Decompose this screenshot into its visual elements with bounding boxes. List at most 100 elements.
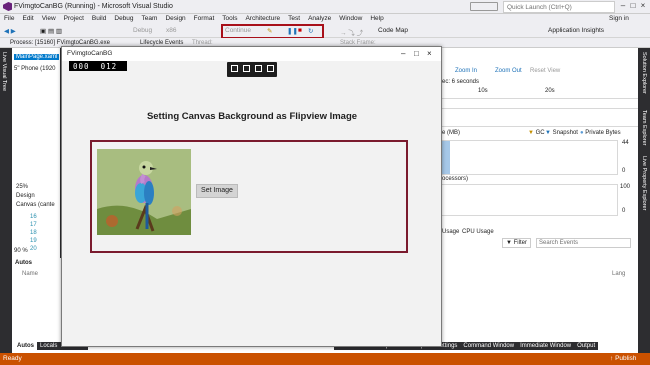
quick-launch-input[interactable]: Quick Launch (Ctrl+Q): [503, 1, 615, 13]
in-app-toolbar: [227, 62, 277, 77]
menu-item-file[interactable]: File: [0, 14, 18, 23]
notification-flag-icon[interactable]: [470, 2, 498, 11]
menu-item-help[interactable]: Help: [366, 14, 387, 23]
status-bar: Ready ↑ Publish: [0, 353, 650, 365]
gc-legend: ▼ GC: [528, 130, 545, 136]
collapse-toolbar-icon[interactable]: [267, 65, 274, 72]
device-select[interactable]: 5" Phone (1920: [14, 66, 56, 72]
step-icons[interactable]: → ⤵ ⤴: [340, 27, 363, 37]
flipview-image[interactable]: [97, 149, 191, 235]
bottom-tab-command-window[interactable]: Command Window: [460, 342, 518, 350]
memory-graph: [440, 140, 618, 175]
zoom-out-button[interactable]: Zoom Out: [495, 68, 522, 74]
line-number: 20: [30, 246, 37, 252]
app-insights-button[interactable]: Application Insights: [548, 27, 604, 34]
usage-tab[interactable]: Usage: [442, 229, 459, 235]
set-image-button[interactable]: Set Image: [196, 184, 238, 198]
session-duration: ec: 6 seconds: [442, 79, 480, 85]
menu-item-build[interactable]: Build: [88, 14, 110, 23]
minimize-button[interactable]: –: [618, 1, 628, 13]
team-explorer-tab[interactable]: Team Explorer: [641, 110, 647, 145]
private-bytes-legend: ● Private Bytes: [580, 130, 621, 136]
app-minimize-button[interactable]: –: [401, 49, 405, 58]
line-number: 18: [30, 230, 37, 236]
cpu-usage-tab[interactable]: CPU Usage: [462, 229, 494, 235]
solution-explorer-tab[interactable]: Solution Explorer: [641, 52, 647, 94]
display-adorners-icon[interactable]: [243, 65, 250, 72]
track-focus-icon[interactable]: [255, 65, 262, 72]
search-events-input[interactable]: Search Events: [536, 238, 631, 248]
private-bytes-legend-label: Private Bytes: [585, 130, 621, 136]
left-tool-tabs: Live Visual Tree: [0, 48, 10, 353]
cpu-label: ocessors): [442, 176, 469, 182]
app-close-button[interactable]: ×: [427, 49, 432, 58]
memory-max: 44: [622, 140, 629, 146]
sign-in-link[interactable]: Sign in: [609, 15, 629, 22]
publish-button[interactable]: ↑ Publish: [610, 355, 636, 362]
menu-item-view[interactable]: View: [38, 14, 60, 23]
debug-controls-highlight: [221, 24, 324, 39]
memory-label: e (MB): [442, 130, 460, 136]
bottom-tab-output[interactable]: Output: [574, 342, 599, 350]
menu-item-design[interactable]: Design: [161, 14, 189, 23]
window-title: FVimgtoCanBG (Running) - Microsoft Visua…: [14, 3, 173, 10]
select-element-icon[interactable]: [231, 65, 238, 72]
editor-tab[interactable]: MainPage.xaml: [14, 54, 60, 60]
app-maximize-button[interactable]: □: [414, 49, 419, 58]
menu-item-debug[interactable]: Debug: [110, 14, 137, 23]
snapshot-legend-label: Snapshot: [552, 130, 578, 136]
menu-item-test[interactable]: Test: [284, 14, 304, 23]
page-heading: Setting Canvas Background as Flipview Im…: [146, 111, 358, 122]
bottom-tab-locals[interactable]: Locals: [37, 342, 61, 350]
menu-item-window[interactable]: Window: [335, 14, 366, 23]
app-window: FVimgtoCanBG – □ × 000 012 Setting Canva…: [61, 46, 442, 347]
live-property-explorer-tab[interactable]: Live Property Explorer: [641, 156, 647, 210]
back-icon[interactable]: ◀ ▶: [4, 27, 16, 35]
app-title-bar: FVimgtoCanBG: [62, 47, 441, 61]
line-number: 16: [30, 214, 37, 220]
title-bar: FVimgtoCanBG (Running) - Microsoft Visua…: [0, 0, 650, 14]
canvas-breadcrumb[interactable]: Canvas (cante: [16, 202, 55, 208]
menu-item-analyze[interactable]: Analyze: [304, 14, 335, 23]
toolbar: ◀ ▶ ▣ ▤ ▥ Debug x86 Continue ✎ ❚❚ ■ ↻ → …: [0, 25, 650, 38]
bottom-tab-immediate-window[interactable]: Immediate Window: [517, 342, 575, 350]
cpu-min: 0: [622, 208, 626, 214]
menu-item-team[interactable]: Team: [138, 14, 162, 23]
config-select[interactable]: Debug: [133, 27, 152, 34]
menu-item-architecture[interactable]: Architecture: [241, 14, 284, 23]
design-tab[interactable]: Design: [16, 193, 35, 199]
cpu-graph: [440, 184, 618, 216]
filter-icon: ▼: [506, 240, 512, 246]
timeline-tick-20s: 20s: [545, 88, 555, 94]
autos-name-column: Name: [22, 271, 39, 277]
line-number: 17: [30, 222, 37, 228]
filter-button[interactable]: ▼ Filter: [502, 238, 531, 248]
platform-select[interactable]: x86: [166, 27, 176, 34]
frame-rate-counter: 000 012: [69, 61, 127, 71]
process-label: Process:: [10, 40, 34, 46]
line-number: 19: [30, 238, 37, 244]
autos-lang-column: Lang: [612, 271, 626, 277]
menu-item-project[interactable]: Project: [60, 14, 88, 23]
canvas-area: Set Image: [90, 140, 408, 253]
publish-label: Publish: [615, 355, 637, 362]
new-project-icon[interactable]: ▣ ▤ ▥: [40, 27, 62, 35]
editor-zoom[interactable]: 90 %: [14, 248, 28, 254]
menu-item-tools[interactable]: Tools: [218, 14, 241, 23]
reset-view-button[interactable]: Reset View: [530, 68, 560, 74]
snapshot-legend: ▼ Snapshot: [545, 130, 578, 136]
roller-bird-illustration: [97, 149, 191, 235]
zoom-in-button[interactable]: Zoom In: [455, 68, 477, 74]
diagnostic-tools-panel: Zoom In Zoom Out Reset View ec: 6 second…: [440, 48, 638, 258]
cpu-max: 100: [620, 184, 631, 190]
fps-ui: 000: [73, 62, 90, 71]
live-visual-tree-tab[interactable]: Live Visual Tree: [1, 52, 7, 91]
code-map-button[interactable]: Code Map: [378, 27, 408, 34]
menu-item-format[interactable]: Format: [190, 14, 219, 23]
menu-item-edit[interactable]: Edit: [18, 14, 37, 23]
gc-legend-label: GC: [535, 130, 545, 136]
zoom-select[interactable]: 25%: [16, 184, 28, 190]
maximize-button[interactable]: □: [628, 1, 638, 13]
close-button[interactable]: ×: [638, 1, 648, 13]
bottom-tab-autos[interactable]: Autos: [14, 342, 37, 350]
